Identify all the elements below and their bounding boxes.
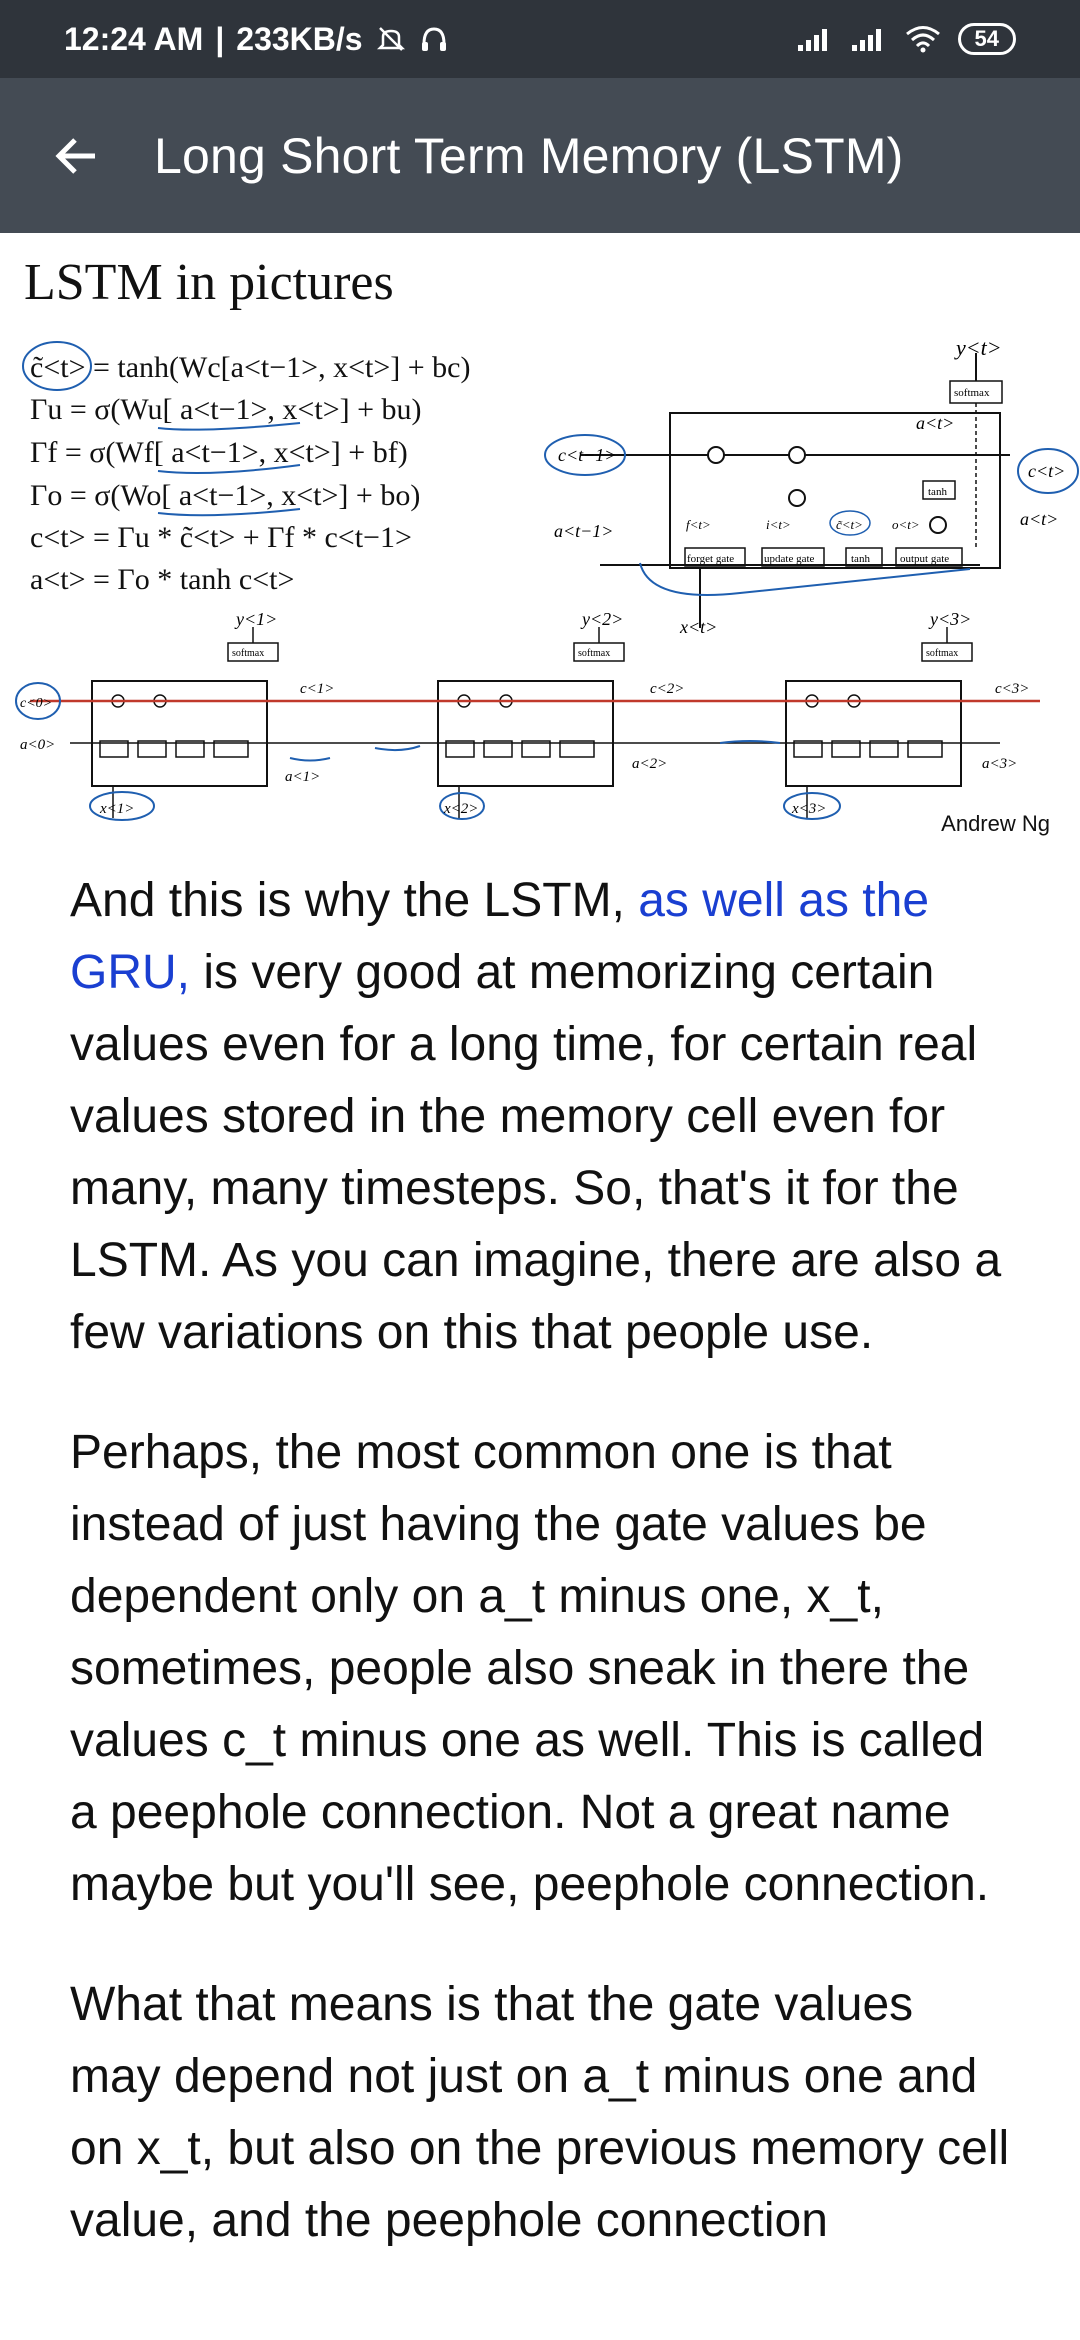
chain-softmax3: softmax — [926, 648, 958, 659]
gate-symbol-o: o<t> — [892, 517, 920, 532]
transcript-content: And this is why the LSTM, as well as the… — [0, 865, 1080, 2257]
chain-c0: c<0> — [20, 696, 52, 711]
back-arrow-icon — [55, 137, 95, 174]
chain-a2: a<2> — [632, 756, 667, 772]
app-bar: Long Short Term Memory (LSTM) — [0, 78, 1080, 233]
cell-label-tanh: tanh — [928, 486, 947, 498]
cell-label-a-out: a<t> — [1020, 509, 1058, 529]
signal-icon — [797, 29, 827, 51]
transcript-paragraph: What that means is that the gate values … — [70, 1978, 1010, 2247]
gate-label-update: update gate — [764, 553, 815, 565]
battery-icon: 54 — [957, 23, 1016, 55]
chain-y1: y<1> — [234, 613, 277, 629]
p1-text-end: is very good at memorizing certain value… — [70, 946, 1002, 1359]
mute-icon — [376, 27, 405, 51]
gate-label-tanh: tanh — [851, 553, 870, 565]
lecture-slide-image: LSTM in pictures c̃<t> = tanh(Wc[a<t−1>,… — [0, 233, 1080, 865]
cell-label-y: y<t> — [954, 335, 1002, 360]
lstm-cell-diagram: y<t> softmax a<t> c<t−1> c<t> a<t> a<t−1… — [544, 335, 1079, 633]
gate-label-output: output gate — [900, 553, 949, 565]
back-button[interactable] — [46, 126, 106, 186]
signal-icon — [851, 29, 881, 51]
chain-a1: a<1> — [285, 769, 320, 785]
chain-c3: c<3> — [995, 681, 1029, 697]
battery-level: 54 — [974, 26, 999, 51]
chain-c1: c<1> — [300, 681, 334, 697]
cell-label-softmax: softmax — [954, 387, 990, 399]
page-title: Long Short Term Memory (LSTM) — [154, 127, 904, 184]
transcript-paragraph: Perhaps, the most common one is that ins… — [70, 1426, 990, 1911]
chain-softmax1: softmax — [232, 648, 264, 659]
gate-label-forget: forget gate — [687, 553, 734, 565]
chain-x1: x<1> — [99, 801, 134, 817]
p1-text-start: And this is why the LSTM, — [70, 874, 639, 927]
wifi-icon — [905, 26, 940, 53]
chain-softmax2: softmax — [578, 648, 610, 659]
headphone-icon — [421, 27, 446, 51]
gate-symbol-c-tilde: c̃<t> — [836, 517, 863, 532]
gate-symbol-f: f<t> — [686, 517, 711, 532]
status-separator: | — [215, 20, 225, 57]
cell-label-c-out: c<t> — [1028, 461, 1065, 481]
lstm-chain-diagram: y<1> y<2> y<3> softmax softmax softmax c… — [15, 613, 1040, 821]
chain-a3: a<3> — [982, 756, 1017, 772]
slide-author: Andrew Ng — [941, 811, 1050, 836]
chain-a0: a<0> — [20, 737, 55, 753]
cell-label-a-prev: a<t−1> — [554, 521, 613, 541]
gate-symbol-i: i<t> — [766, 517, 791, 532]
chain-x2: x<2> — [443, 801, 478, 817]
status-bar: 12:24 AM | 233KB/s 54 — [0, 0, 1080, 78]
chain-y3: y<3> — [928, 613, 971, 629]
chain-c2: c<2> — [650, 681, 684, 697]
chain-y2: y<2> — [580, 613, 623, 629]
cell-label-c-prev: c<t−1> — [558, 445, 616, 465]
transcript-paragraph: And this is why the LSTM, as well as the… — [70, 865, 1010, 1369]
status-time: 12:24 AM — [64, 20, 204, 57]
chain-x3: x<3> — [791, 801, 826, 817]
cell-label-a-top: a<t> — [916, 413, 954, 433]
network-speed: 233KB/s — [236, 20, 363, 57]
